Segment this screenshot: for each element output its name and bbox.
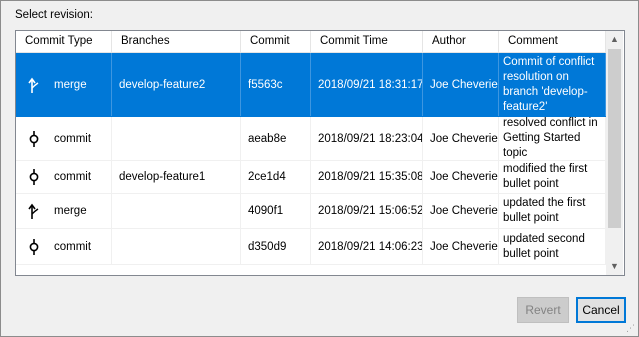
branch-cell: [112, 117, 241, 160]
commit-hash-cell: d350d9: [241, 229, 311, 264]
commit-type-label: merge: [54, 78, 87, 91]
table-row[interactable]: commit d350d9 2018/09/21 14:06:23 Joe Cheve…: [16, 229, 606, 265]
commit-hash-cell: aeab8e: [241, 117, 311, 160]
comment-cell: resolved conflict in Getting Started top…: [499, 117, 606, 160]
commit-type-label: commit: [54, 132, 92, 145]
table-row[interactable]: commit aeab8e 2018/09/21 18:23:04 Joe Cheve…: [16, 117, 606, 161]
author-cell: Joe Cheverie: [423, 53, 499, 116]
commit-hash-cell: 4090f1: [241, 194, 311, 228]
author-cell: Joe Cheverie: [423, 229, 499, 264]
header-commit-type[interactable]: Commit Type: [16, 31, 112, 52]
commit-hash-cell: 2ce1d4: [241, 161, 311, 193]
commit-icon: [27, 168, 41, 186]
commit-type-label: merge: [54, 205, 87, 217]
commit-type-cell: commit: [16, 161, 112, 193]
resize-grip-icon[interactable]: ⋰: [626, 324, 635, 333]
header-commit[interactable]: Commit: [241, 31, 311, 52]
scroll-up-icon[interactable]: ▲: [606, 31, 623, 48]
header-comment[interactable]: Comment: [499, 31, 606, 52]
commit-type-cell: merge: [16, 194, 112, 228]
commit-icon: [27, 130, 41, 148]
branch-cell: [112, 194, 241, 228]
author-cell: Joe Cheverie: [423, 194, 499, 228]
revert-button[interactable]: Revert: [517, 297, 569, 323]
commit-type-cell: merge: [16, 53, 112, 116]
header-author[interactable]: Author: [423, 31, 499, 52]
author-cell: Joe Cheverie: [423, 161, 499, 193]
commit-type-cell: commit: [16, 229, 112, 264]
list-header: Commit Type Branches Commit Commit Time …: [16, 31, 606, 53]
table-row[interactable]: merge develop-feature2 f5563c 2018/09/21 18…: [16, 53, 606, 117]
comment-cell: modified the first bullet point: [499, 161, 606, 193]
revision-list[interactable]: Commit Type Branches Commit Commit Time …: [15, 30, 625, 276]
commit-type-label: commit: [54, 240, 92, 253]
comment-cell: Commit of conflict resolution on branch …: [499, 53, 606, 116]
commit-time-cell: 2018/09/21 14:06:23: [311, 229, 423, 264]
comment-cell: updated second bullet point: [499, 229, 606, 264]
commit-time-cell: 2018/09/21 15:06:52: [311, 194, 423, 228]
select-revision-label: Select revision:: [15, 9, 93, 21]
vertical-scrollbar[interactable]: ▲ ▼: [606, 31, 623, 275]
commit-time-cell: 2018/09/21 15:35:08: [311, 161, 423, 193]
cancel-button[interactable]: Cancel: [576, 297, 626, 323]
table-row[interactable]: merge 4090f1 2018/09/21 15:06:52 Joe Chever…: [16, 194, 606, 229]
commit-hash-cell: f5563c: [241, 53, 311, 116]
merge-icon: [27, 202, 41, 220]
header-branches[interactable]: Branches: [112, 31, 241, 52]
branch-cell: [112, 229, 241, 264]
header-commit-time[interactable]: Commit Time: [311, 31, 423, 52]
table-row[interactable]: commit develop-feature1 2ce1d4 2018/09/21 1…: [16, 161, 606, 194]
branch-cell: develop-feature1: [112, 161, 241, 193]
commit-icon: [27, 238, 41, 256]
revision-dialog: Select revision: Commit Type Branches Co…: [0, 0, 639, 337]
comment-cell: updated the first bullet point: [499, 194, 606, 228]
merge-icon: [27, 76, 41, 94]
commit-time-cell: 2018/09/21 18:23:04: [311, 117, 423, 160]
commit-type-cell: commit: [16, 117, 112, 160]
scrollbar-thumb[interactable]: [608, 49, 621, 228]
commit-type-label: commit: [54, 171, 92, 183]
commit-time-cell: 2018/09/21 18:31:17: [311, 53, 423, 116]
scroll-down-icon[interactable]: ▼: [606, 258, 623, 275]
branch-cell: develop-feature2: [112, 53, 241, 116]
author-cell: Joe Cheverie: [423, 117, 499, 160]
